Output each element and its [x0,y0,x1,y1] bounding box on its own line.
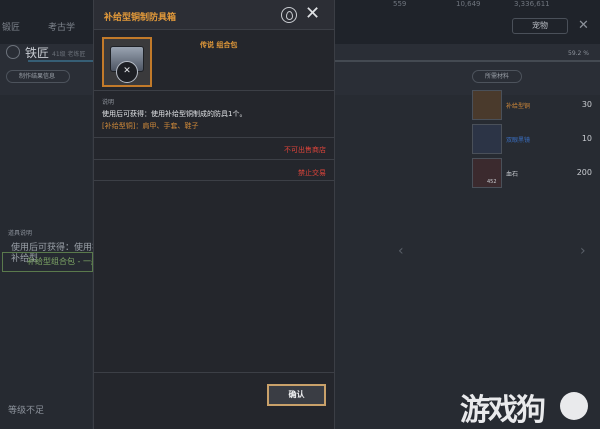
materials-header: 所需材料 [472,70,522,83]
progress-track [335,60,600,62]
bloodstone-icon: 452 [472,158,502,188]
material-name: 血石 [506,171,519,178]
chevron-right-icon[interactable]: › [580,243,586,259]
smith-title: 铁匠 [25,46,50,60]
material-count: 30 [581,100,592,109]
divider [94,159,334,160]
smith-avatar-icon [6,45,20,59]
lens-material-icon [472,124,502,154]
material-count: 10 [581,134,592,143]
tab-smithing[interactable]: 锻匠 [2,20,20,33]
watermark-logo: 游戏狗 [460,393,546,428]
material-name: 补给型铜 [506,103,531,110]
level-insufficient-text: 等级不足 [8,406,45,416]
item-title: 补给型铜制防具箱 [104,13,177,23]
divider [94,180,334,181]
chevron-left-icon[interactable]: ‹ [398,243,404,259]
description-detail: [补给型铜]：肩甲、手套、鞋子 [102,122,199,130]
material-name: 双眼黑镜 [506,137,531,144]
stat-value-3: 3,336,611 [514,0,550,8]
divider [94,90,334,91]
item-rarity: 传说 组合包 [200,41,238,49]
close-icon[interactable]: ✕ [305,3,320,25]
material-count: 200 [576,168,592,177]
make-result-info-button[interactable]: 制作结果信息 [6,70,70,83]
item-tooltip-dialog: 补给型铜制防具箱 ✕ ✕ 传说 组合包 说明 使用后可获得：使用补给型铜制成的防… [93,0,335,429]
class-badge-icon: ✕ [116,61,138,83]
confirm-button[interactable]: 确认 [267,384,326,406]
no-sell-notice: 不可出售商店 [284,146,326,154]
no-trade-notice: 禁止交易 [298,169,326,177]
dialog-header: 补给型铜制防具箱 ✕ [94,0,334,30]
stat-value-1: 559 [393,0,407,8]
result-item-row[interactable]: 补给型组合包 - 一般 [2,252,93,272]
divider [94,137,334,138]
watermark-icon [560,392,588,420]
material-row[interactable]: 补给型铜 30 [472,90,600,124]
tab-archaeology[interactable]: 考古学 [48,20,75,33]
material-stock: 452 [487,179,497,185]
pet-button[interactable]: 宠物 [512,18,568,34]
location-pin-icon[interactable] [281,7,297,23]
smith-level: 41级 老练匠 [52,51,86,58]
stat-value-2: 10,649 [456,0,481,8]
progress-percent: 59.2 % [568,50,589,57]
material-row[interactable]: 452 血石 200 [472,158,600,192]
description-label: 说明 [102,99,115,106]
description-text: 使用后可获得：使用补给型铜制成的防具1个。 [102,110,247,118]
divider [94,372,334,373]
material-row[interactable]: 双眼黑镜 10 [472,124,600,158]
item-description-title: 道具说明 [8,230,33,237]
copper-material-icon [472,90,502,120]
close-icon[interactable]: ✕ [578,18,589,33]
item-icon: ✕ [102,37,152,87]
